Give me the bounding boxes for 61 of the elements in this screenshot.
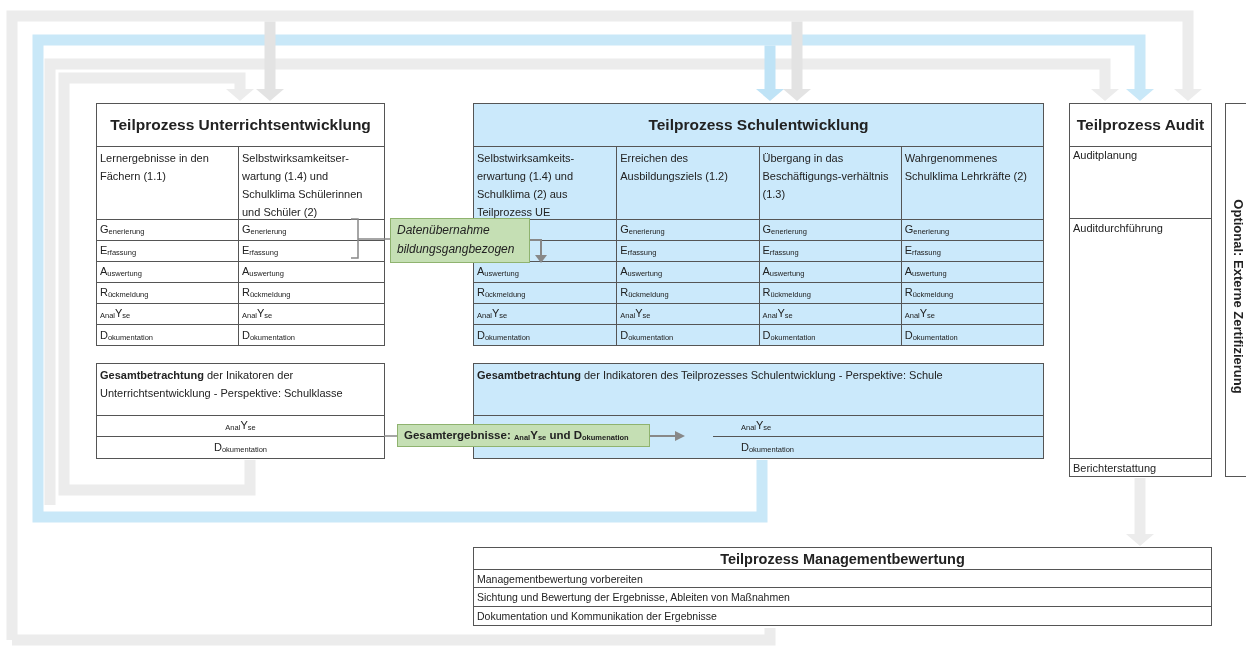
table-cell-text: $_{Anal}$Y$_{se}$	[904, 306, 936, 322]
box-title: Teilprozess Schulentwicklung	[474, 104, 1043, 147]
table-cell-text: G$_{enerierung}$	[620, 222, 665, 238]
table-cell-text: $_{Anal}$Y$_{se}$	[100, 306, 131, 322]
table-cell-text: E$_{rfassung}$	[762, 243, 799, 259]
table-cell-text: $_{Anal}$Y$_{se}$	[477, 306, 508, 322]
connector-line	[383, 435, 398, 437]
table-cell: Managementbewertung vorbereiten	[477, 572, 643, 585]
column-header: Selbstwirksamkeitser-wartung (1.4) und Schulklima Schülerinnen und Schüler (2)	[239, 147, 384, 220]
table-cell-text: R$_{ückmeldung}$	[477, 285, 526, 301]
table-cell-text: D$_{okumentation}$	[904, 328, 958, 344]
table-cell: Berichterstattung	[1073, 462, 1157, 474]
table-cell-text: D$_{okumentation}$	[242, 328, 295, 344]
table-cell-text: R$_{ückmeldung}$	[620, 285, 669, 301]
table-cell-text: R$_{ückmeldung}$	[242, 285, 291, 301]
callout-label: Gesamtergebnisse: $_{Anal}$Y$_{se}$ und D$_{okumenation}$	[397, 424, 650, 447]
table-cell-text: E$_{rfassung}$	[620, 243, 657, 259]
box-title: Teilprozess Audit	[1070, 104, 1211, 147]
table-cell-text: A$_{uswertung}$	[620, 264, 663, 280]
table-cell-text: R$_{ückmeldung}$	[100, 285, 149, 301]
table-cell-text: A$_{uswertung}$	[904, 264, 947, 280]
table-cell-text: $_{Anal}$Y$_{se}$	[741, 418, 772, 434]
table-cell-text: D$_{okumentation}$	[741, 440, 794, 456]
table-cell-text: E$_{rfassung}$	[100, 243, 137, 259]
box-title: Teilprozess Managementbewertung	[474, 548, 1211, 570]
column-header: Wahrgenommenes Schulklima Lehrkräfte (2)	[901, 147, 1043, 220]
table-cell-text: $_{Anal}$Y$_{se}$	[242, 306, 273, 322]
table-cell-text: E$_{rfassung}$	[242, 243, 279, 259]
callout-label: Datenübernahme bildungsgangbezogen	[390, 218, 530, 263]
table-cell-text: A$_{uswertung}$	[100, 264, 142, 280]
table-cell-text: D$_{okumentation}$	[100, 328, 153, 344]
summary-text: Gesamtbetrachtung der Inikatoren der Unterrichtsentwicklung - Perspektive: Schulklasse	[97, 364, 384, 416]
connector-line	[357, 238, 391, 240]
table-cell: Auditdurchführung	[1073, 222, 1163, 234]
table-cell-text: D$_{okumentation}$	[214, 440, 267, 456]
box-title: Teilprozess Unterrichtsentwicklung	[97, 104, 384, 147]
table-cell-text: G$_{enerierung}$	[242, 222, 287, 238]
summary-text: Gesamtbetrachtung der Indikatoren des Teilprozesses Schulentwicklung - Perspektive: Schule	[474, 364, 1043, 416]
table-cell-text: R$_{ückmeldung}$	[904, 285, 954, 301]
column-header: Übergang in das Beschäftigungs-verhältnis (1.3)	[759, 147, 901, 220]
table-cell-text: $_{Anal}$Y$_{se}$	[762, 306, 793, 322]
table-cell-text: A$_{uswertung}$	[762, 264, 805, 280]
column-header: Lernergebnisse in den Fächern (1.1)	[97, 147, 238, 220]
table-cell-text: G$_{enerierung}$	[762, 222, 807, 238]
table-cell-text: D$_{okumentation}$	[620, 328, 674, 344]
table-cell: Auditplanung	[1073, 149, 1138, 161]
table-cell-text: $_{Anal}$Y$_{se}$	[620, 306, 651, 322]
table-cell-text: G$_{enerierung}$	[904, 222, 950, 238]
bracket-line	[350, 218, 359, 259]
vertical-label: Optional: Externe Zertifizierung	[1230, 198, 1246, 396]
column-header: Erreichen des Ausbildungsziels (1.2)	[617, 147, 759, 220]
table-cell-text: G$_{enerierung}$	[100, 222, 145, 238]
table-cell-text: E$_{rfassung}$	[904, 243, 941, 259]
table-cell-text: D$_{okumentation}$	[762, 328, 816, 344]
table-cell-text: D$_{okumentation}$	[477, 328, 530, 344]
table-cell: Dokumentation und Kommunikation der Ergebnisse	[477, 609, 717, 622]
table-cell-text: A$_{uswertung}$	[242, 264, 284, 280]
table-cell-text: A$_{uswertung}$	[477, 264, 519, 280]
table-cell-text: R$_{ückmeldung}$	[762, 285, 811, 301]
table-cell-text: $_{Anal}$Y$_{se}$	[225, 418, 256, 434]
table-cell: Sichtung und Bewertung der Ergebnisse, Ableiten von Maßnahmen	[477, 591, 790, 603]
